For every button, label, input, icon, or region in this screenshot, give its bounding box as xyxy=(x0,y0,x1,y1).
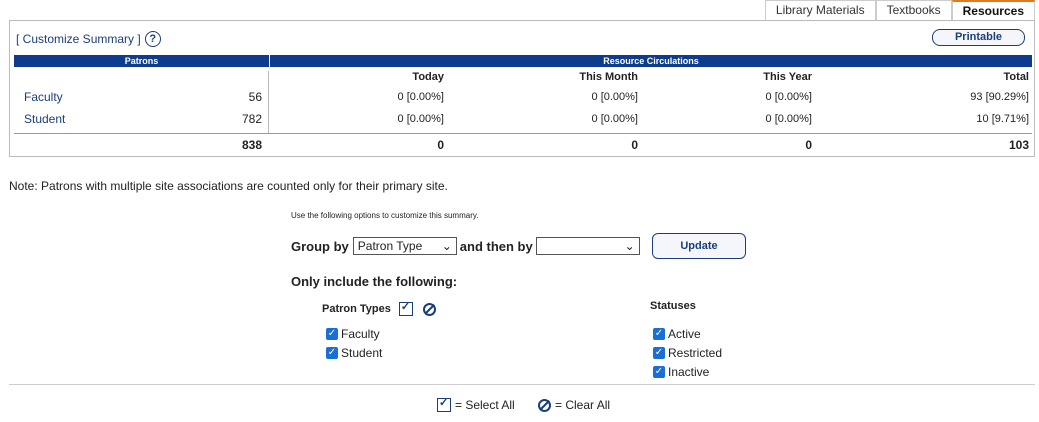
patron-types-header: Patron Types xyxy=(322,300,436,316)
tab-resources[interactable]: Resources xyxy=(951,0,1035,20)
tab-bar: Library Materials Textbooks Resources xyxy=(764,0,1035,20)
total-today: 0 xyxy=(437,138,444,152)
total-count: 838 xyxy=(241,138,262,152)
total-total: 103 xyxy=(1008,138,1029,152)
legend-select-all: = Select All xyxy=(437,396,515,412)
customize-summary: [ Customize Summary ] ? xyxy=(16,31,161,47)
row-today: 0 [0.00%] xyxy=(397,91,444,103)
group-by-select[interactable]: Patron Type ⌄ xyxy=(352,237,457,255)
row-this-month: 0 [0.00%] xyxy=(591,113,638,125)
note-text: Note: Patrons with multiple site associa… xyxy=(9,179,448,193)
tab-library-materials[interactable]: Library Materials xyxy=(764,0,876,20)
row-this-month: 0 [0.00%] xyxy=(591,91,638,103)
checkbox-checked-icon[interactable]: ✓ xyxy=(326,347,338,359)
status-inactive[interactable]: ✓ Inactive xyxy=(653,365,709,379)
customize-summary-link[interactable]: [ Customize Summary ] xyxy=(16,32,141,46)
printable-button[interactable]: Printable xyxy=(932,29,1025,46)
summary-panel: [ Customize Summary ] ? Printable Patron… xyxy=(9,20,1035,157)
clear-all-icon[interactable] xyxy=(422,302,436,316)
column-this-year: This Year xyxy=(763,71,812,83)
row-this-year: 0 [0.00%] xyxy=(765,113,812,125)
statuses-label: Statuses xyxy=(650,300,696,312)
column-this-month: This Month xyxy=(579,71,638,83)
clear-all-icon xyxy=(538,398,551,412)
row-label-faculty[interactable]: Faculty xyxy=(24,90,63,104)
row-total: 93 [90.29%] xyxy=(970,91,1029,103)
update-button[interactable]: Update xyxy=(652,233,746,259)
total-this-month: 0 xyxy=(631,138,638,152)
select-all-legend-label: = Select All xyxy=(455,398,515,412)
patron-types-label: Patron Types xyxy=(322,303,391,315)
status-restricted[interactable]: ✓ Restricted xyxy=(653,346,722,360)
legend-clear-all: = Clear All xyxy=(538,398,610,412)
customize-hint: Use the following options to customize t… xyxy=(291,211,479,220)
total-this-year: 0 xyxy=(805,138,812,152)
checkbox-checked-icon[interactable]: ✓ xyxy=(653,366,665,378)
group-by-value: Patron Type xyxy=(357,239,423,253)
row-label-student[interactable]: Student xyxy=(24,112,65,126)
patron-type-label: Faculty xyxy=(341,327,380,341)
chevron-down-icon: ⌄ xyxy=(624,239,635,253)
column-total: Total xyxy=(1003,71,1029,83)
then-by-select[interactable]: ⌄ xyxy=(535,237,640,255)
totals-divider xyxy=(14,133,1032,134)
column-divider xyxy=(268,71,269,133)
resource-circulations-header: Resource Circulations xyxy=(270,55,1032,67)
patron-type-student[interactable]: ✓ Student xyxy=(326,346,382,360)
column-today: Today xyxy=(412,71,444,83)
help-icon[interactable]: ? xyxy=(144,31,161,47)
patron-type-faculty[interactable]: ✓ Faculty xyxy=(326,327,380,341)
checkbox-checked-icon[interactable]: ✓ xyxy=(326,328,338,340)
patrons-header: Patrons xyxy=(14,55,269,67)
tab-textbooks[interactable]: Textbooks xyxy=(875,0,952,20)
checkbox-checked-icon[interactable]: ✓ xyxy=(653,347,665,359)
checkbox-checked-icon[interactable]: ✓ xyxy=(653,328,665,340)
status-active[interactable]: ✓ Active xyxy=(653,327,701,341)
clear-all-legend-label: = Clear All xyxy=(555,398,611,412)
row-count: 56 xyxy=(248,90,262,104)
row-total: 10 [9.71%] xyxy=(976,113,1029,125)
status-label: Inactive xyxy=(668,365,710,379)
row-this-year: 0 [0.00%] xyxy=(765,91,812,103)
row-today: 0 [0.00%] xyxy=(397,113,444,125)
group-by-label: Group by xyxy=(291,238,349,254)
group-by-row: Group by Patron Type ⌄ and then by ⌄ xyxy=(291,237,640,255)
divider xyxy=(9,384,1035,385)
status-label: Active xyxy=(668,327,701,341)
patron-type-label: Student xyxy=(341,346,383,360)
only-include-heading: Only include the following: xyxy=(291,274,458,289)
status-label: Restricted xyxy=(668,346,723,360)
select-all-icon[interactable] xyxy=(398,300,413,316)
select-all-icon xyxy=(437,396,451,412)
row-count: 782 xyxy=(241,112,262,126)
chevron-down-icon: ⌄ xyxy=(441,239,452,253)
then-by-label: and then by xyxy=(459,238,533,254)
